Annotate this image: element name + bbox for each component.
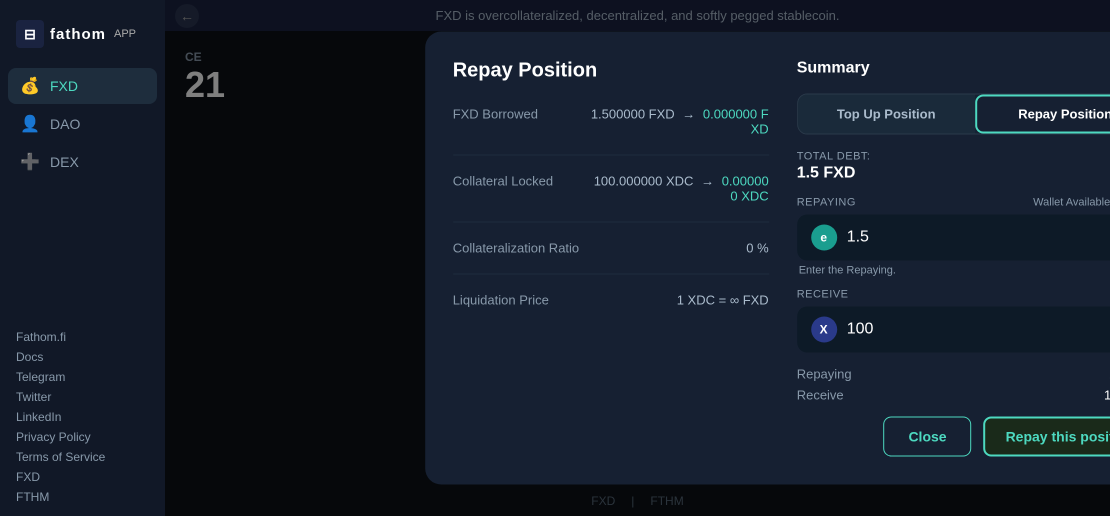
footer-link-fathom[interactable]: Fathom.fi	[16, 330, 149, 344]
footer-link-fxd[interactable]: FXD	[16, 470, 149, 484]
collateralization-ratio-label: Collateralization Ratio	[453, 241, 579, 256]
tab-buttons: Top Up Position Repay Position	[797, 94, 1110, 135]
receive-value: 100	[847, 321, 1110, 339]
fxd-borrowed-value: 1.500000 FXD → 0.000000 F XD	[591, 107, 769, 137]
wallet-available: Wallet Available: 1.5 FXD	[1033, 197, 1110, 209]
tab-repay[interactable]: Repay Position	[975, 95, 1110, 134]
sidebar: ⊟ fathom APP 💰 FXD 👤 DAO ➕ DEX Fathom.fi…	[0, 0, 165, 516]
footer-link-terms[interactable]: Terms of Service	[16, 450, 149, 464]
fxd-token-icon: e	[811, 225, 837, 251]
logo: ⊟ fathom APP	[0, 10, 165, 68]
total-debt-value: 1.5 FXD	[797, 165, 1110, 183]
liquidation-price-value: 1 XDC = ∞ FXD	[677, 293, 769, 308]
total-debt-label: TOTAL DEBT:	[797, 151, 1110, 163]
sidebar-label-dex: DEX	[50, 154, 79, 170]
receive-label: RECEIVE	[797, 289, 1110, 301]
repaying-input-box: e 1.5 Max	[797, 215, 1110, 261]
footer-link-telegram[interactable]: Telegram	[16, 370, 149, 384]
dex-icon: ➕	[20, 152, 40, 172]
logo-icon: ⊟	[16, 20, 44, 48]
summary-title: Summary	[797, 60, 1110, 78]
repaying-summary-label: Repaying	[797, 367, 852, 382]
footer-link-privacy[interactable]: Privacy Policy	[16, 430, 149, 444]
close-modal-button[interactable]: Close	[883, 417, 971, 457]
modal-left: Repay Position FXD Borrowed 1.500000 FXD…	[453, 60, 769, 457]
repaying-header: REPAYING Wallet Available: 1.5 FXD	[797, 197, 1110, 209]
footer-link-fthm[interactable]: FTHM	[16, 490, 149, 504]
sidebar-item-dex[interactable]: ➕ DEX	[8, 144, 157, 180]
modal-right: Summary Top Up Position Repay Position T…	[797, 60, 1110, 457]
collateral-locked-row: Collateral Locked 100.000000 XDC → 0.000…	[453, 174, 769, 223]
footer-link-linkedin[interactable]: LinkedIn	[16, 410, 149, 424]
collateralization-ratio-row: Collateralization Ratio 0 %	[453, 241, 769, 275]
sidebar-label-dao: DAO	[50, 116, 80, 132]
collateral-locked-label: Collateral Locked	[453, 174, 553, 189]
modal-footer: Close Repay this position	[797, 417, 1110, 457]
fxd-icon: 💰	[20, 76, 40, 96]
tab-top-up[interactable]: Top Up Position	[798, 95, 975, 134]
receive-input-box: X 100	[797, 307, 1110, 353]
footer-link-docs[interactable]: Docs	[16, 350, 149, 364]
receive-summary-value: 100 XDC	[1104, 388, 1110, 403]
sidebar-nav: 💰 FXD 👤 DAO ➕ DEX	[0, 68, 165, 318]
sidebar-label-fxd: FXD	[50, 78, 78, 94]
liquidation-price-row: Liquidation Price 1 XDC = ∞ FXD	[453, 293, 769, 326]
repaying-hint: Enter the Repaying.	[797, 265, 1110, 277]
logo-app-label: APP	[114, 28, 136, 40]
footer-link-twitter[interactable]: Twitter	[16, 390, 149, 404]
xdc-token-icon: X	[811, 317, 837, 343]
sidebar-item-dao[interactable]: 👤 DAO	[8, 106, 157, 142]
summary-rows: Repaying 1.5 FXD Receive 100 XDC	[797, 367, 1110, 403]
sidebar-item-fxd[interactable]: 💰 FXD	[8, 68, 157, 104]
repaying-input[interactable]: 1.5	[847, 229, 1108, 247]
collateralization-ratio-value: 0 %	[746, 241, 768, 256]
repaying-label: REPAYING	[797, 197, 856, 209]
sidebar-footer: Fathom.fi Docs Telegram Twitter LinkedIn…	[0, 318, 165, 516]
main-area: ← FXD is overcollateralized, decentraliz…	[165, 0, 1110, 516]
repay-modal: × Repay Position FXD Borrowed 1.500000 F…	[425, 32, 1110, 485]
fxd-borrowed-row: FXD Borrowed 1.500000 FXD → 0.000000 F X…	[453, 107, 769, 156]
logo-name: fathom	[50, 26, 106, 43]
collateral-locked-value: 100.000000 XDC → 0.00000 0 XDC	[594, 174, 769, 204]
receive-summary-row: Receive 100 XDC	[797, 388, 1110, 403]
liquidation-price-label: Liquidation Price	[453, 293, 549, 308]
dao-icon: 👤	[20, 114, 40, 134]
fxd-borrowed-label: FXD Borrowed	[453, 107, 538, 122]
repaying-summary-row: Repaying 1.5 FXD	[797, 367, 1110, 382]
receive-summary-label: Receive	[797, 388, 844, 403]
repay-position-button[interactable]: Repay this position	[984, 417, 1110, 457]
modal-title: Repay Position	[453, 60, 769, 83]
